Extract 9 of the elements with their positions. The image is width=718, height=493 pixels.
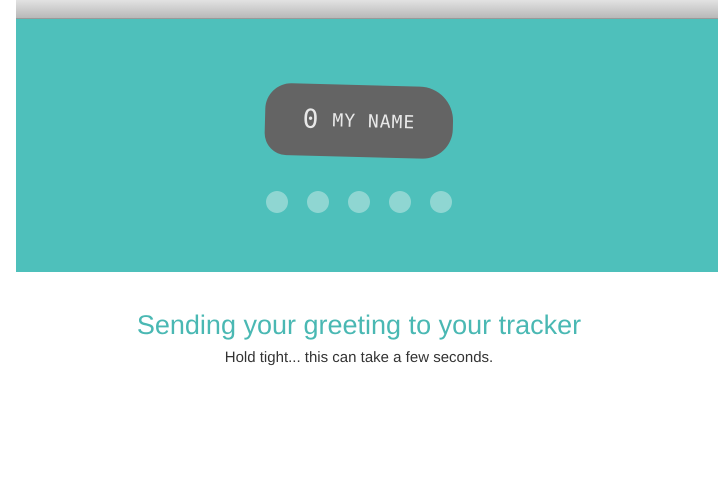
progress-dot <box>307 191 329 213</box>
progress-dot <box>430 191 452 213</box>
display-text: MY NAME <box>332 110 416 133</box>
progress-dot <box>348 191 370 213</box>
progress-dot <box>389 191 411 213</box>
progress-dot <box>266 191 288 213</box>
display-digit: 0 <box>302 104 319 135</box>
subtitle: Hold tight... this can take a few seconds. <box>224 349 494 366</box>
heading: Sending your greeting to your tracker <box>136 310 582 341</box>
